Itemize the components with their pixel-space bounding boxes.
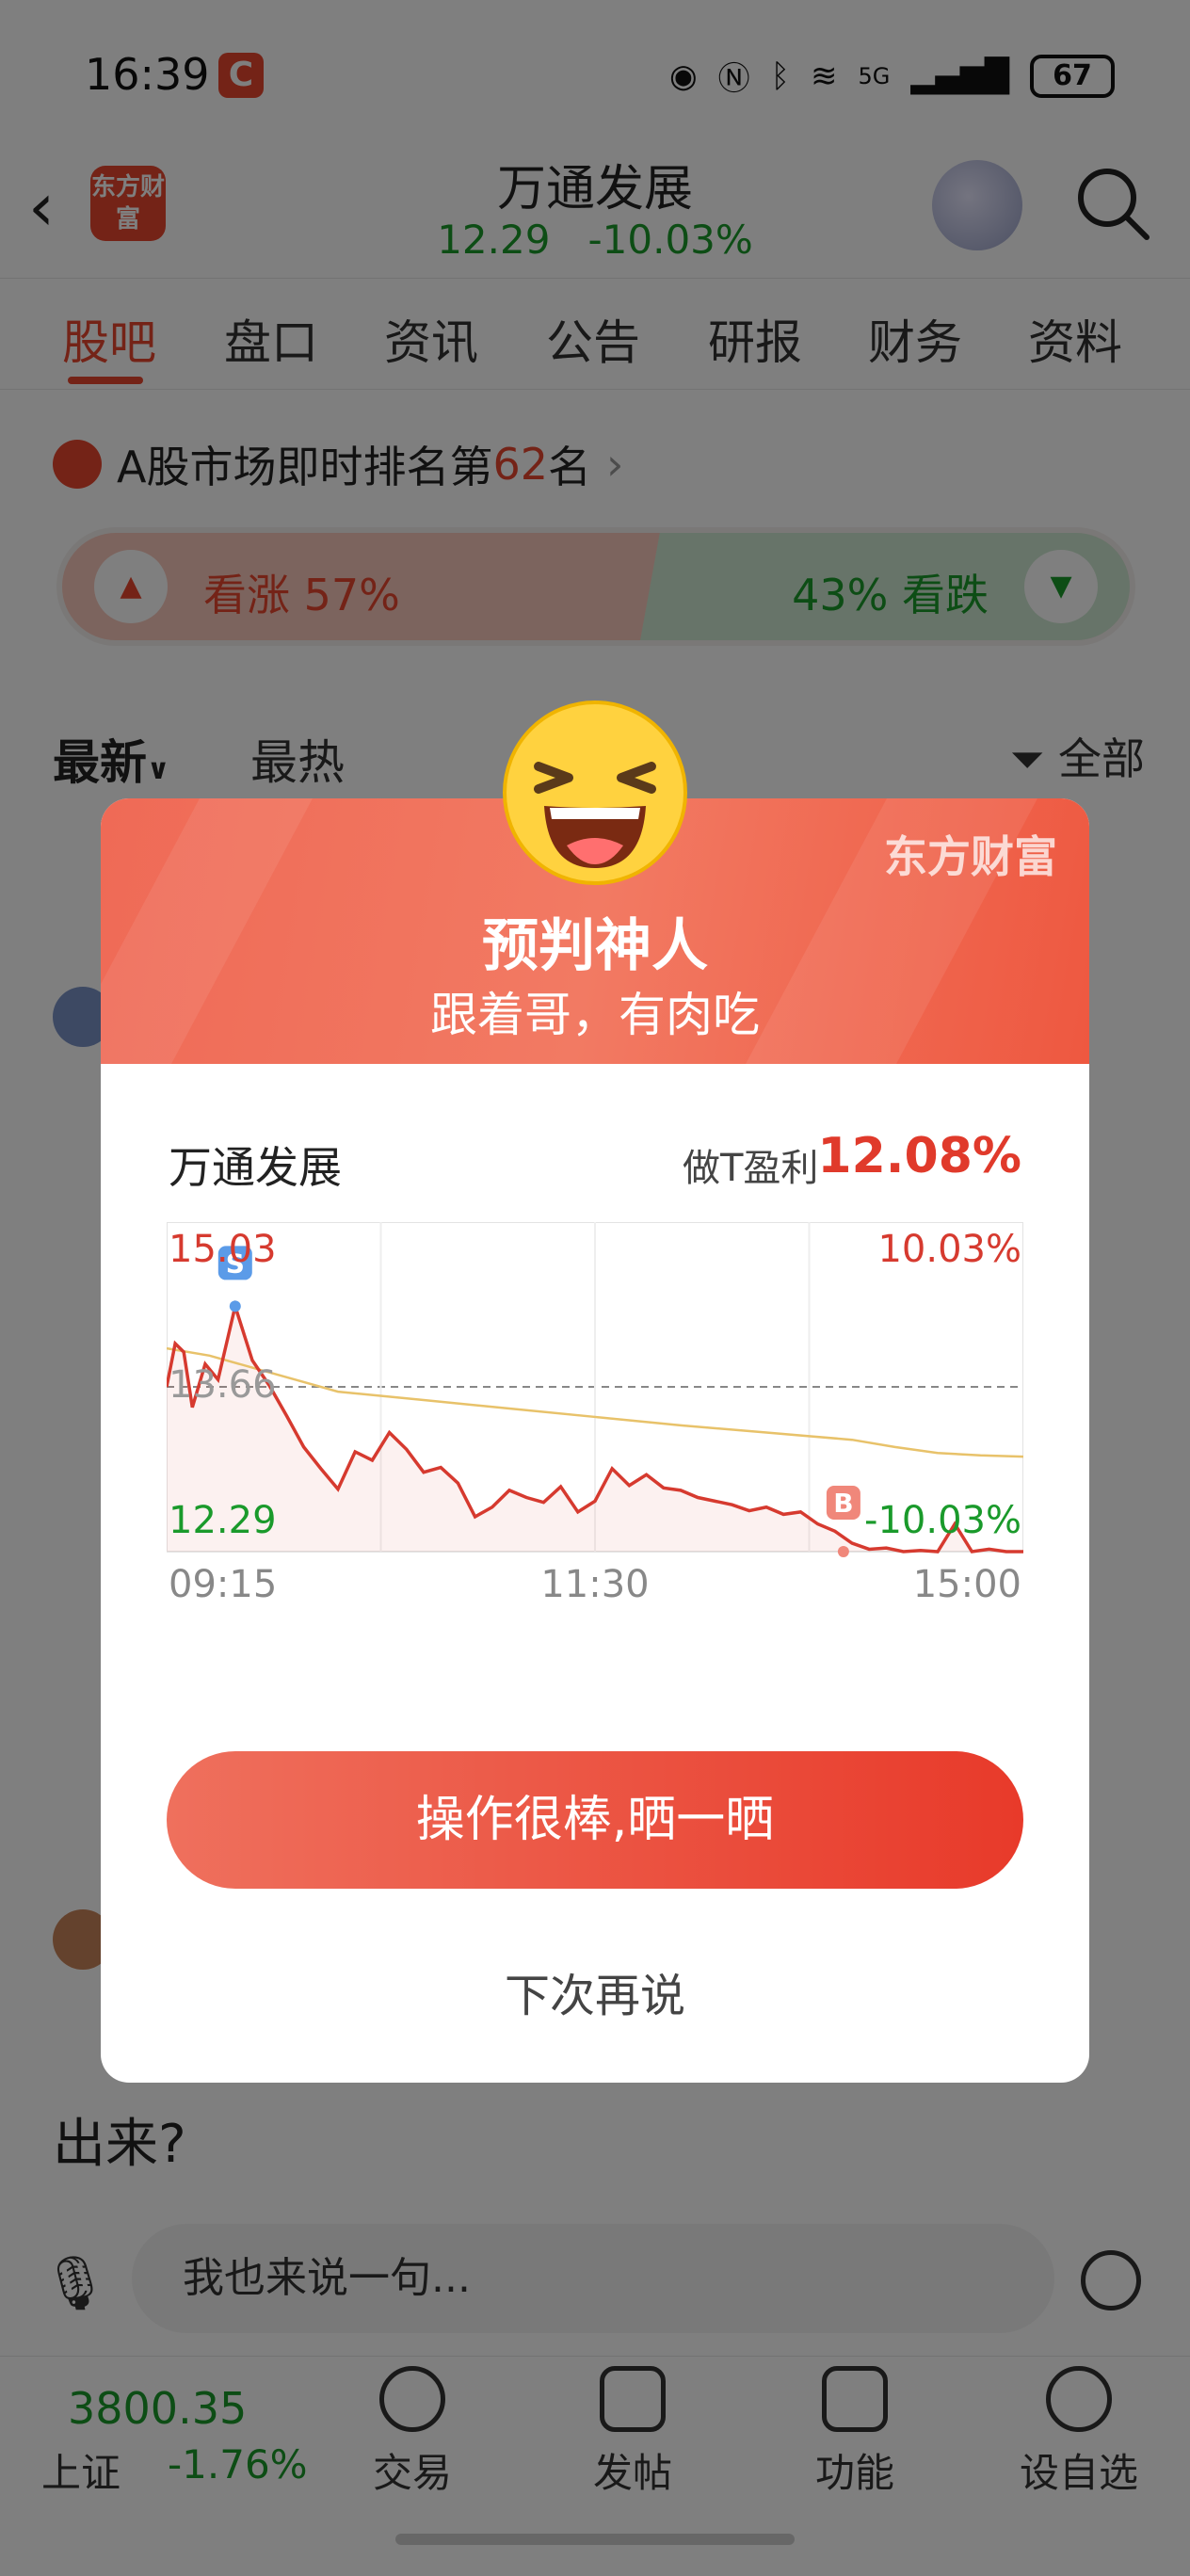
later-button[interactable]: 下次再说 — [101, 1958, 1089, 2024]
chart-pctmax-label: 10.03% — [877, 1228, 1021, 1271]
laughing-emoji-icon — [503, 700, 687, 885]
share-button[interactable]: 操作很棒,晒一晒 — [167, 1751, 1023, 1889]
profit-value: 12.08% — [817, 1128, 1021, 1184]
chart-pctmin-label: -10.03% — [864, 1499, 1021, 1542]
dialog-subtitle: 跟着哥，有肉吃 — [430, 988, 760, 1042]
chart-ymid-label: 13.66 — [169, 1363, 277, 1407]
achievement-dialog: 东方财富 预判神人 跟着哥，有肉吃 万通发展 做T盈利 12.08% SB 15… — [101, 798, 1089, 2083]
profit-label: 做T盈利 — [683, 1147, 819, 1190]
dialog-stock-name: 万通发展 — [169, 1142, 342, 1193]
dialog-title: 预判神人 — [482, 913, 708, 979]
chart-x-label-mid: 11:30 — [540, 1563, 650, 1606]
chart-x-label-end: 15:00 — [912, 1563, 1021, 1606]
chart-ymin-label: 12.29 — [169, 1499, 277, 1542]
chart-labels: 15.03 10.03% 13.66 12.29 -10.03% 09:15 1… — [167, 1222, 1023, 1627]
chart-ymax-label: 15.03 — [169, 1228, 277, 1271]
dialog-brand-watermark: 东方财富 — [884, 831, 1057, 882]
